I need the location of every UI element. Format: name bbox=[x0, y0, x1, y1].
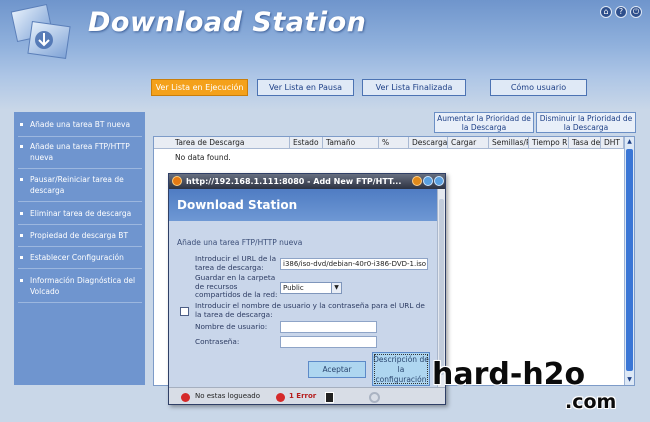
watermark-logo: hard-h2o bbox=[432, 357, 586, 392]
watermark-domain: .com bbox=[565, 391, 617, 413]
popup-scrollbar-thumb[interactable] bbox=[439, 199, 444, 375]
browser-icon bbox=[172, 176, 182, 186]
column-header[interactable]: Tasa de bbox=[569, 137, 601, 149]
window-titlebar[interactable]: http://192.168.1.111:8080 - Add New FTP/… bbox=[169, 174, 445, 189]
popup-banner: Download Station bbox=[169, 189, 439, 221]
credentials-checkbox[interactable] bbox=[180, 307, 189, 316]
column-header[interactable]: Tarea de Descarga bbox=[172, 137, 290, 149]
window-title: http://192.168.1.111:8080 - Add New FTP/… bbox=[186, 177, 402, 186]
password-label: Contraseña: bbox=[195, 337, 240, 346]
increase-priority-button[interactable]: Aumentar la Prioridad de la Descarga bbox=[434, 112, 534, 133]
column-header[interactable]: Tamaño bbox=[323, 137, 379, 149]
scroll-up-icon[interactable]: ▲ bbox=[625, 137, 634, 147]
sidebar-item-label: Información Diagnóstica del Volcado bbox=[18, 275, 145, 297]
sidebar-item-add-ftp-http[interactable]: Añade una tarea FTP/HTTP nueva bbox=[14, 141, 145, 163]
tab-paused[interactable]: Ver Lista en Pausa bbox=[257, 79, 354, 96]
sidebar-divider bbox=[18, 201, 142, 202]
error-icon bbox=[276, 393, 285, 402]
tab-running[interactable]: Ver Lista en Ejecución bbox=[151, 79, 248, 96]
sidebar-divider bbox=[18, 224, 142, 225]
sidebar-item-label: Pausar/Reiniciar tarea de descarga bbox=[18, 174, 145, 196]
blocked-icon bbox=[369, 392, 380, 403]
sidebar-item-diagnostics[interactable]: Información Diagnóstica del Volcado bbox=[14, 275, 145, 297]
status-bar: No estas logueado 1 Error bbox=[169, 387, 445, 404]
config-description-button[interactable]: Descripción de la configuración bbox=[372, 352, 430, 386]
column-header[interactable]: Tiempo R bbox=[529, 137, 569, 149]
sidebar-item-label: Añade una tarea FTP/HTTP nueva bbox=[18, 141, 145, 163]
download-station-logo bbox=[10, 3, 71, 60]
sidebar-divider bbox=[18, 302, 142, 303]
sidebar-item-label: Añade una tarea BT nueva bbox=[18, 119, 145, 130]
username-label: Nombre de usuario: bbox=[195, 322, 268, 331]
sidebar-item-label: Eliminar tarea de descarga bbox=[18, 208, 145, 219]
chevron-down-icon: ▼ bbox=[331, 283, 341, 293]
tab-user[interactable]: Cómo usuario bbox=[490, 79, 587, 96]
column-header[interactable]: Semillas/P bbox=[489, 137, 529, 149]
not-logged-icon bbox=[181, 393, 190, 402]
sidebar-divider bbox=[18, 168, 142, 169]
empty-table-message: No data found. bbox=[175, 153, 231, 162]
sidebar-item-delete[interactable]: Eliminar tarea de descarga bbox=[14, 208, 145, 219]
column-header[interactable]: DHT bbox=[601, 137, 624, 149]
column-header[interactable]: Estado bbox=[290, 137, 323, 149]
popup-form: Añade una tarea FTP/HTTP nueva Introduci… bbox=[169, 221, 439, 387]
close-icon[interactable] bbox=[434, 176, 444, 186]
table-scrollbar[interactable]: ▲ ▼ bbox=[624, 137, 634, 385]
app-title: Download Station bbox=[88, 7, 367, 38]
url-input[interactable]: i386/iso-dvd/debian-40r0-i386-DVD-1.iso bbox=[280, 258, 428, 270]
table-header: Tarea de Descarga Estado Tamaño % Descar… bbox=[154, 137, 624, 149]
sidebar-item-settings[interactable]: Establecer Configuración bbox=[14, 252, 145, 263]
minimize-icon[interactable] bbox=[412, 176, 422, 186]
password-input[interactable] bbox=[280, 336, 377, 348]
username-input[interactable] bbox=[280, 321, 377, 333]
home-icon[interactable]: ⌂ bbox=[600, 6, 612, 18]
sidebar-item-label: Establecer Configuración bbox=[18, 252, 145, 263]
share-folder-value: Public bbox=[283, 284, 304, 292]
sidebar-divider bbox=[18, 268, 142, 269]
add-ftp-http-task-window: http://192.168.1.111:8080 - Add New FTP/… bbox=[168, 173, 446, 405]
popup-banner-title: Download Station bbox=[177, 198, 298, 212]
column-header[interactable]: % bbox=[379, 137, 409, 149]
error-count[interactable]: 1 Error bbox=[289, 392, 316, 400]
sidebar-divider bbox=[18, 246, 142, 247]
sidebar-item-add-bt[interactable]: Añade una tarea BT nueva bbox=[14, 119, 145, 130]
accept-button[interactable]: Aceptar bbox=[308, 361, 366, 378]
help-icon[interactable]: ? bbox=[615, 6, 627, 18]
header-icons: ⌂ ? ⏻ bbox=[600, 6, 642, 18]
credentials-label: Introducir el nombre de usuario y la con… bbox=[195, 301, 425, 319]
scroll-down-icon[interactable]: ▼ bbox=[625, 375, 634, 385]
column-header[interactable]: Descargar bbox=[409, 137, 448, 149]
form-heading: Añade una tarea FTP/HTTP nueva bbox=[177, 238, 303, 247]
sidebar-item-pause-restart[interactable]: Pausar/Reiniciar tarea de descarga bbox=[14, 174, 145, 196]
tab-finished[interactable]: Ver Lista Finalizada bbox=[362, 79, 466, 96]
share-folder-label: Guardar en la carpeta de recursos compar… bbox=[195, 273, 278, 299]
page-icon bbox=[325, 392, 334, 403]
decrease-priority-button[interactable]: Disminuir la Prioridad de la Descarga bbox=[536, 112, 636, 133]
maximize-icon[interactable] bbox=[423, 176, 433, 186]
sidebar-divider bbox=[18, 136, 142, 137]
logout-icon[interactable]: ⏻ bbox=[630, 6, 642, 18]
url-label: Introducir el URL de la tarea de descarg… bbox=[195, 254, 277, 272]
login-status: No estas logueado bbox=[195, 392, 261, 400]
share-folder-select[interactable]: Public ▼ bbox=[280, 282, 342, 294]
column-header[interactable]: Cargar bbox=[448, 137, 489, 149]
sidebar-item-label: Propiedad de descarga BT bbox=[18, 230, 145, 241]
app-header: Download Station ⌂ ? ⏻ Ver Lista en Ejec… bbox=[0, 0, 650, 110]
scrollbar-thumb[interactable] bbox=[626, 149, 633, 371]
sidebar: Añade una tarea BT nueva Añade una tarea… bbox=[14, 112, 145, 385]
sidebar-item-bt-properties[interactable]: Propiedad de descarga BT bbox=[14, 230, 145, 241]
